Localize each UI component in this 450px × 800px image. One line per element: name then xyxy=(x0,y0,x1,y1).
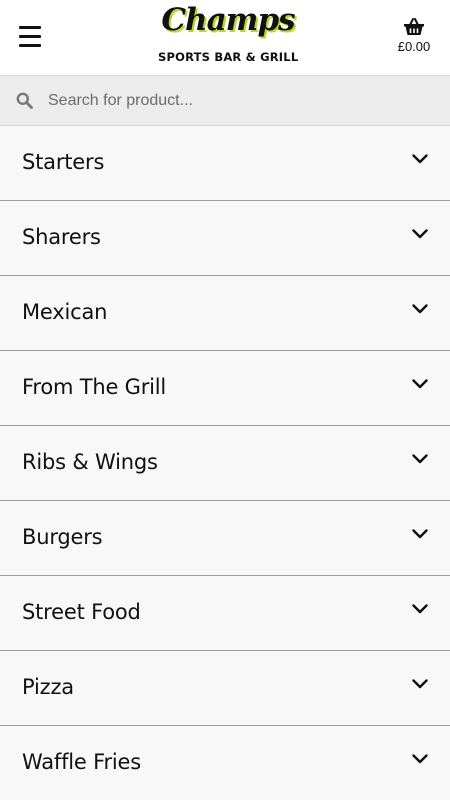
chevron-down-icon xyxy=(412,754,428,764)
chevron-down-icon xyxy=(412,679,428,689)
category-item-ribs-wings[interactable]: Ribs & Wings xyxy=(0,426,450,501)
category-label: Starters xyxy=(22,150,105,174)
hamburger-menu-icon xyxy=(19,26,41,29)
category-label: Waffle Fries xyxy=(22,750,141,774)
basket-icon xyxy=(404,18,424,35)
category-item-pizza[interactable]: Pizza xyxy=(0,651,450,726)
category-item-starters[interactable]: Starters xyxy=(0,126,450,201)
chevron-down-icon xyxy=(412,529,428,539)
chevron-down-icon xyxy=(412,229,428,239)
menu-button[interactable] xyxy=(19,26,41,48)
search-icon xyxy=(16,92,33,109)
category-label: Mexican xyxy=(22,300,108,324)
basket-total: £0.00 xyxy=(397,39,431,54)
category-label: Burgers xyxy=(22,525,103,549)
logo-wordmark: Champs xyxy=(161,2,295,38)
category-label: From The Grill xyxy=(22,375,167,399)
chevron-down-icon xyxy=(412,154,428,164)
category-item-burgers[interactable]: Burgers xyxy=(0,501,450,576)
chevron-down-icon xyxy=(412,454,428,464)
category-item-sharers[interactable]: Sharers xyxy=(0,201,450,276)
basket-button[interactable]: £0.00 xyxy=(392,18,436,62)
category-item-from-the-grill[interactable]: From The Grill xyxy=(0,351,450,426)
chevron-down-icon xyxy=(412,604,428,614)
search-bar xyxy=(0,76,450,126)
category-label: Sharers xyxy=(22,225,101,249)
logo-subtitle: SPORTS BAR & GRILL xyxy=(158,50,299,64)
category-item-mexican[interactable]: Mexican xyxy=(0,276,450,351)
chevron-down-icon xyxy=(412,304,428,314)
app-header: Champs SPORTS BAR & GRILL £0.00 xyxy=(0,0,450,76)
search-input[interactable] xyxy=(48,86,428,116)
category-item-waffle-fries[interactable]: Waffle Fries xyxy=(0,726,450,800)
category-label: Ribs & Wings xyxy=(22,450,158,474)
category-label: Pizza xyxy=(22,675,74,699)
category-label: Street Food xyxy=(22,600,141,624)
category-list: Starters Sharers Mexican From The Grill … xyxy=(0,126,450,800)
category-item-street-food[interactable]: Street Food xyxy=(0,576,450,651)
brand-logo[interactable]: Champs SPORTS BAR & GRILL xyxy=(158,2,299,68)
chevron-down-icon xyxy=(412,379,428,389)
